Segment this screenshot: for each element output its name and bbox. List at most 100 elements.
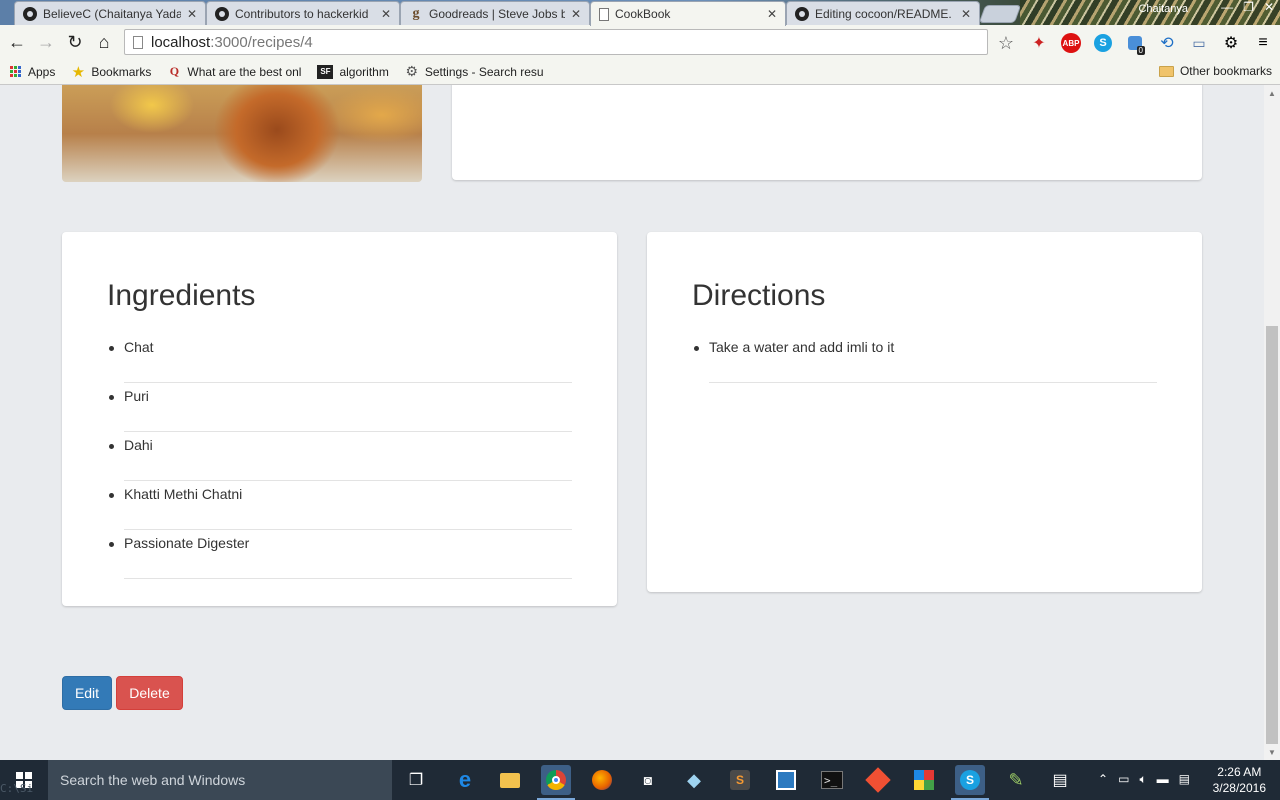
history-icon[interactable]: ⟲ [1157,33,1177,53]
bookmark-apps[interactable]: Apps [8,65,55,79]
browser-tab-strip: BelieveC (Chaitanya Yadav ✕ Contributors… [0,0,1280,26]
show-hidden-icons-icon[interactable]: ⌃ [1098,772,1108,787]
recipe-image [62,85,422,182]
ingredient-item: Dahi [109,432,572,481]
page-scrollbar[interactable]: ▲ ▼ [1264,85,1280,760]
page-info-icon[interactable] [133,35,143,49]
bookmark-quora[interactable]: Q What are the best onl [167,64,302,79]
lastpass-icon[interactable]: ✦ [1029,33,1049,53]
close-icon[interactable]: ✕ [571,7,581,21]
edge-icon[interactable]: e [450,765,480,795]
tab-editing-cocoon[interactable]: Editing cocoon/README. ✕ [786,1,980,25]
camera-icon[interactable]: ◙ [633,765,663,795]
bookmarks-bar: Apps ★ Bookmarks Q What are the best onl… [0,59,1280,85]
close-icon[interactable]: ✕ [961,7,971,21]
tab-believec[interactable]: BelieveC (Chaitanya Yadav ✕ [14,1,206,25]
quora-icon: Q [169,64,180,78]
settings-gear-icon[interactable]: ⚙ [1221,33,1241,53]
address-bar[interactable]: localhost:3000/recipes/4 [124,29,988,55]
close-icon[interactable]: ✕ [381,7,391,21]
paint-icon[interactable]: ✎ [1001,765,1031,795]
task-view-icon[interactable]: ❐ [401,765,431,795]
url-path: :3000/recipes/4 [210,33,313,51]
bookmark-label: Bookmarks [91,64,152,79]
bookmark-settings[interactable]: ⚙ Settings - Search resu [405,63,544,79]
apps-grid-icon [8,65,22,79]
bookmark-algorithm[interactable]: SF algorithm [317,64,389,79]
close-icon[interactable]: ✕ [767,7,777,21]
terminal-icon[interactable]: >_ [817,765,847,795]
git-icon[interactable] [863,765,893,795]
bookmark-label: algorithm [339,64,389,79]
tab-goodreads[interactable]: g Goodreads | Steve Jobs b ✕ [400,1,590,25]
recipe-info-card [452,85,1202,180]
scrollbar-thumb[interactable] [1266,326,1278,744]
windows-taskbar: Search the web and Windows ❐ e ◙ ◆ S >_ … [0,760,1280,800]
ingredients-card: Ingredients Chat Puri Dahi Khatti Methi … [62,232,617,606]
github-icon [23,6,37,21]
profile-name[interactable]: Chaitanya [1138,3,1188,15]
colorful-app-icon[interactable] [909,765,939,795]
tab-label: CookBook [615,7,671,21]
sf-icon: SF [317,64,334,79]
page-viewport: Ingredients Chat Puri Dahi Khatti Methi … [0,85,1264,760]
tab-contributors[interactable]: Contributors to hackerkid ✕ [206,1,400,25]
tab-cookbook[interactable]: CookBook ✕ [590,1,786,26]
ingredients-heading: Ingredients [107,279,256,312]
adblock-icon[interactable]: ABP [1061,33,1081,53]
sublime-text-icon[interactable]: S [725,765,755,795]
home-icon[interactable]: ⌂ [93,31,115,53]
gear-icon: ⚙ [405,63,419,79]
direction-item: Take a water and add imli to it [694,334,1157,383]
menu-icon[interactable]: ≡ [1253,33,1273,53]
battery-icon[interactable]: ▬ [1157,772,1169,787]
movies-icon[interactable]: ▤ [1045,765,1075,795]
forward-icon[interactable]: → [35,31,57,53]
minimize-icon[interactable]: — [1221,0,1233,14]
ingredients-list: Chat Puri Dahi Khatti Methi Chatni Passi… [109,334,572,579]
ingredient-item: Chat [109,334,572,383]
scroll-up-arrow-icon[interactable]: ▲ [1264,85,1280,101]
star-icon: ★ [71,63,86,81]
delete-button[interactable]: Delete [116,676,183,710]
reload-icon[interactable]: ↻ [64,31,86,53]
edit-button[interactable]: Edit [62,676,112,710]
taskbar-search[interactable]: Search the web and Windows [48,760,392,800]
file-explorer-icon[interactable] [495,765,525,795]
scroll-down-arrow-icon[interactable]: ▼ [1264,744,1280,760]
extension-badge-count: 0 [1136,46,1145,55]
firefox-icon[interactable] [587,765,617,795]
action-center-icon[interactable]: ▤ [1179,772,1190,787]
goodreads-icon: g [412,5,420,21]
background-terminal-text: C:\Si [0,782,34,795]
window-controls: — ❐ ✕ [1221,0,1274,14]
download-tray-icon[interactable]: ▭ [1189,33,1209,53]
notes-icon[interactable]: ◆ [679,765,709,795]
tab-label: BelieveC (Chaitanya Yadav [43,6,181,21]
close-icon[interactable]: ✕ [187,7,197,21]
other-bookmarks[interactable]: Other bookmarks [1158,64,1272,78]
directions-card: Directions Take a water and add imli to … [647,232,1202,592]
bookmark-bookmarks[interactable]: ★ Bookmarks [71,63,152,81]
bookmark-label: Settings - Search resu [424,64,544,79]
skype-taskbar-icon[interactable]: S [951,765,989,800]
close-window-icon[interactable]: ✕ [1264,0,1274,14]
url-host: localhost [151,33,211,51]
tab-label: Editing cocoon/README. [815,6,952,21]
back-icon[interactable]: ← [6,31,28,53]
bookmark-star-icon[interactable]: ☆ [996,33,1016,53]
directions-list: Take a water and add imli to it [694,334,1157,383]
new-tab-button[interactable] [978,5,1022,23]
app-icon[interactable] [771,765,801,795]
chrome-icon[interactable] [537,765,575,800]
skype-icon[interactable]: S [1093,33,1113,53]
page-icon [599,7,609,21]
taskbar-clock[interactable]: 2:26 AM 3/28/2016 [1213,764,1266,796]
restore-icon[interactable]: ❐ [1243,0,1254,14]
github-icon [215,6,229,21]
volume-icon[interactable]: 🔈︎ [1139,772,1146,787]
browser-toolbar: ← → ↻ ⌂ localhost:3000/recipes/4 ☆ ✦ ABP… [0,25,1280,59]
ingredient-item: Puri [109,383,572,432]
extension-badge-icon[interactable]: 0 [1125,33,1145,55]
network-icon[interactable]: ▭ [1118,772,1129,787]
